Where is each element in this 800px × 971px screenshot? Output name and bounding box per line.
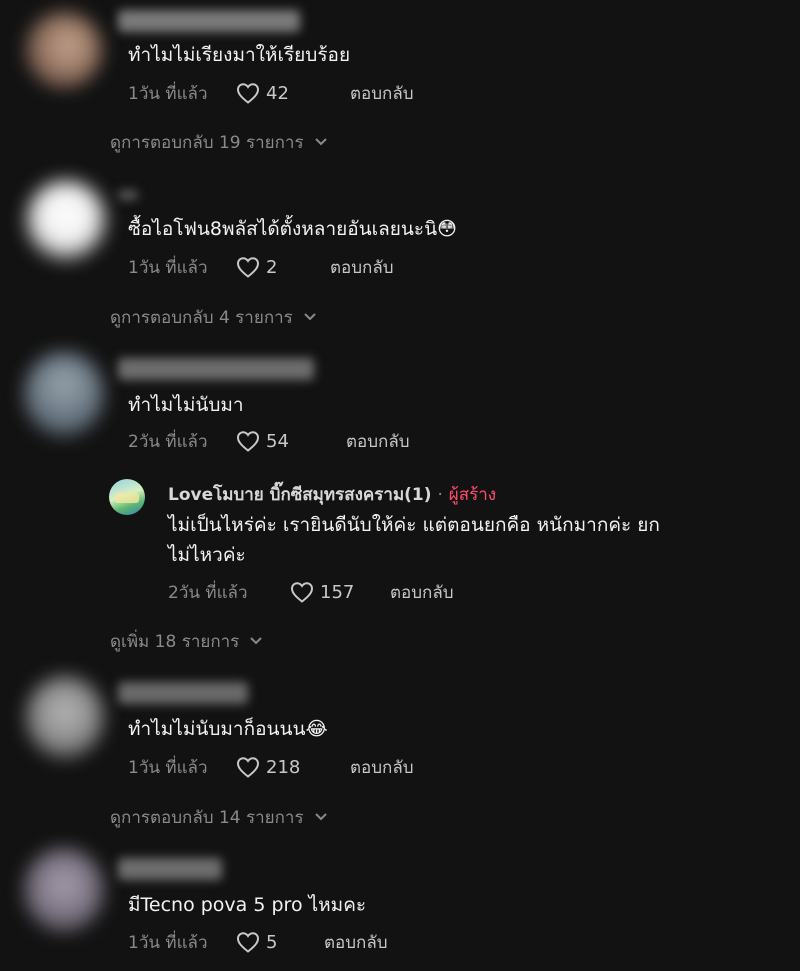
chevron-down-icon [314,813,327,821]
creator-name[interactable]: Loveโมบาย บิ๊กซีสมุทรสงคราม(1) · ผู้สร้า… [168,481,496,508]
comment-time: 2วัน ที่แล้ว [128,431,208,452]
like-button[interactable]: 5 [236,931,314,953]
username-redacted[interactable] [118,358,314,380]
reply-button[interactable]: ตอบกลับ [350,80,414,107]
like-button[interactable]: 42 [236,82,328,104]
comment-meta: 1วัน ที่แล้ว 2 ตอบกลับ [128,254,394,280]
comment-time: 1วัน ที่แล้ว [128,83,208,104]
heart-icon [236,932,260,953]
like-count: 2 [266,256,278,278]
reply-button[interactable]: ตอบกลับ [350,754,414,781]
reply-button[interactable]: ตอบกลับ [390,579,454,606]
like-button[interactable]: 2 [236,256,314,278]
comment-text: ทำไมไม่เรียงมาให้เรียบร้อย [128,44,351,66]
view-replies-label: ดูการตอบกลับ 19 รายการ [110,132,304,153]
creator-avatar[interactable] [109,479,145,515]
heart-icon [236,83,260,104]
view-more-button[interactable]: ดูเพิ่ม 18 รายการ [110,628,263,654]
username-redacted[interactable] [118,682,248,704]
avatar[interactable] [26,180,106,260]
like-count: 42 [266,82,289,104]
reply-text-line2: ไม่ไหวค่ะ [168,544,246,566]
chevron-down-icon [304,313,316,321]
avatar[interactable] [26,12,102,88]
reply-button[interactable]: ตอบกลับ [346,428,410,455]
creator-username: Loveโมบาย บิ๊กซีสมุทรสงคราม(1) [168,485,432,505]
comment-meta: 1วัน ที่แล้ว 5 ตอบกลับ [128,929,388,955]
heart-icon [236,431,260,452]
view-replies-label: ดูการตอบกลับ 4 รายการ [110,307,293,328]
reply-button[interactable]: ตอบกลับ [330,254,394,281]
reply-text-line1: ไม่เป็นไหร่ค่ะ เรายินดีนับให้ค่ะ แต่ตอนย… [168,514,660,536]
comment-text: ทำไมไม่นับมา [128,394,244,416]
view-replies-button[interactable]: ดูการตอบกลับ 19 รายการ [110,129,328,155]
view-replies-button[interactable]: ดูการตอบกลับ 14 รายการ [110,804,328,830]
avatar[interactable] [24,352,104,436]
username-redacted[interactable] [118,10,300,32]
creator-badge: ผู้สร้าง [448,485,497,505]
reply-button[interactable]: ตอบกลับ [324,929,388,956]
like-count: 157 [320,581,355,603]
comment-meta: 1วัน ที่แล้ว 42 ตอบกลับ [128,80,414,106]
chevron-down-icon [250,637,263,645]
username-redacted[interactable] [118,858,222,880]
like-button[interactable]: 54 [236,430,328,452]
like-button[interactable]: 218 [236,756,334,778]
comment-text: มีTecno pova 5 pro ไหมคะ [128,894,367,916]
separator: · [437,485,443,505]
avatar[interactable] [24,848,104,932]
comment-meta: 2วัน ที่แล้ว 54 ตอบกลับ [128,428,410,454]
like-count: 54 [266,430,289,452]
heart-icon [236,757,260,778]
reply-meta: 2วัน ที่แล้ว 157 ตอบกลับ [168,579,454,605]
chevron-down-icon [314,138,327,146]
comment-meta: 1วัน ที่แล้ว 218 ตอบกลับ [128,754,414,780]
heart-icon [290,582,314,603]
comment-time: 1วัน ที่แล้ว [128,257,208,278]
like-button[interactable]: 157 [290,581,386,603]
heart-icon [236,257,260,278]
comment-text: ซื้อไอโฟน8พลัสได้ตั้งหลายอันเลยนะนิ😳 [128,218,457,240]
reply-time: 2วัน ที่แล้ว [168,582,248,603]
view-replies-button[interactable]: ดูการตอบกลับ 4 รายการ [110,304,317,330]
avatar[interactable] [26,676,104,758]
comment-text: ทำไมไม่นับมาก็อนนน😂 [128,718,328,740]
like-count: 5 [266,931,278,953]
comment-time: 1วัน ที่แล้ว [128,932,208,953]
comment-time: 1วัน ที่แล้ว [128,757,208,778]
view-replies-label: ดูการตอบกลับ 14 รายการ [110,807,304,828]
username-redacted[interactable] [118,190,138,200]
like-count: 218 [266,756,301,778]
view-more-label: ดูเพิ่ม 18 รายการ [110,631,240,652]
